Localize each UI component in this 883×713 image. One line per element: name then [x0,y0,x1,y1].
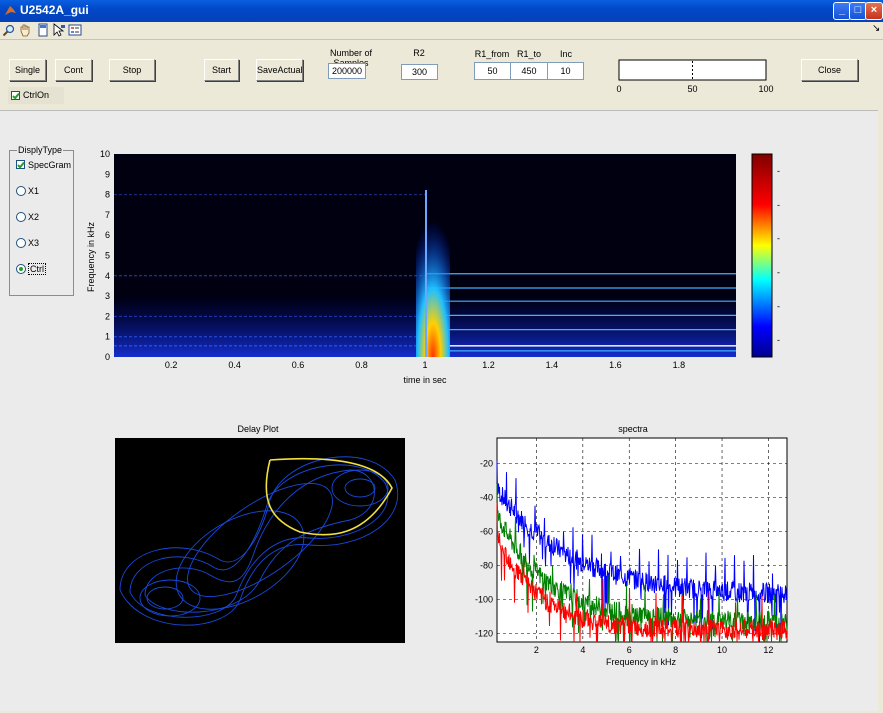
spectra-ytick: -120 [475,629,493,639]
spectrogram-xtick: 1.2 [482,360,495,370]
app-window: U2542A_gui _ □ × ↘ Single Cont Stop Star… [0,0,883,713]
data-cursor-icon[interactable] [36,23,50,37]
radio-label-ctrl: Ctrl [28,263,46,275]
spectra-ytick: -60 [480,527,493,537]
spectra-xlabel: Frequency in kHz [606,657,677,667]
radio-x2[interactable] [16,212,26,222]
spectrogram-xtick: 1.4 [546,360,559,370]
zoom-icon[interactable] [2,23,16,37]
spectrogram-xtick: 0.6 [292,360,305,370]
spectrogram-xtick: 0.2 [165,360,178,370]
close-window-button[interactable]: × [865,2,883,20]
progress-tick-label: 50 [687,84,697,94]
colorbar-tick: -120 [777,267,780,277]
spectrogram-ytick: 1 [105,332,110,342]
spectrogram-figure: 0 1 2 3 4 5 6 7 8 9 10 0.2 0.4 0.6 0.8 1 1.2 1.4 1.6 1.8 F… [86,149,780,385]
r2-input[interactable]: 300 [401,64,438,80]
colorbar [751,153,773,358]
progress-tick-label: 100 [758,84,773,94]
r1-from-label: R1_from [474,49,510,59]
spectrogram-ytick: 5 [105,251,110,261]
spectrogram-xtick: 1.8 [673,360,686,370]
spectra-title: spectra [618,424,648,434]
single-button[interactable]: Single [9,59,46,81]
stop-button[interactable]: Stop [109,59,155,81]
radio-label-x1: X1 [28,186,40,196]
r1-to-input[interactable]: 450 [510,62,548,80]
spectrogram-ytick: 10 [100,149,110,159]
spectrogram-ytick: 2 [105,311,110,321]
delay-plot-title: Delay Plot [237,424,279,434]
toolbar-overflow-icon[interactable]: ↘ [872,23,880,34]
r1-from-input[interactable]: 50 [474,62,511,80]
colorbar-tick: -160 [777,335,780,345]
r1-to-label: R1_to [511,49,547,59]
maximize-icon: □ [854,4,862,16]
spectrogram-xtick: 0.8 [355,360,368,370]
r2-label: R2 [400,48,438,58]
specgram-label: SpecGram [28,160,72,170]
spectra-xtick: 4 [580,645,585,655]
close-icon: × [870,4,878,16]
pan-icon[interactable] [18,23,32,37]
spectra-xtick: 6 [627,645,632,655]
ctrl-on-label: CtrlOn [23,90,50,100]
radio-label-x2: X2 [28,212,40,222]
spectra-ytick: -80 [480,561,493,571]
specgram-checkbox[interactable] [16,160,25,169]
spectrogram-ytick: 8 [105,190,110,200]
colorbar-tick: -80 [777,200,780,210]
start-button[interactable]: Start [204,59,239,81]
spectrogram-ylabel: Frequency in kHz [86,221,96,292]
save-actual-button[interactable]: SaveActual [256,59,303,81]
spectrogram-ytick: 7 [105,210,110,220]
spectrogram-ytick: 6 [105,230,110,240]
spectra-xtick: 2 [534,645,539,655]
spectra-xtick: 12 [763,645,773,655]
inc-label: Inc [548,49,584,59]
spectra-xtick: 10 [717,645,727,655]
ctrl-on-checkbox[interactable] [11,91,20,100]
radio-x1[interactable] [16,186,26,196]
spectrogram-xtick: 0.4 [228,360,241,370]
minimize-icon: _ [838,4,846,16]
matlab-icon [5,6,16,15]
spectrogram-ytick: 9 [105,169,110,179]
spectrogram-ytick: 3 [105,291,110,301]
delay-plot-figure: Delay Plot [115,424,405,643]
title-bar[interactable]: U2542A_gui _ □ × [0,0,883,22]
progress-tick-label: 0 [616,84,621,94]
progress-axes: 0 50 100 [616,59,774,94]
insert-colorbar-icon[interactable] [52,23,66,37]
ctrl-on-checkbox-row[interactable]: CtrlOn [8,87,64,104]
window-title: U2542A_gui [20,3,89,17]
num-samples-input[interactable]: 200000 [328,63,366,79]
spectrogram-ytick: 0 [105,352,110,362]
close-button[interactable]: Close [801,59,858,81]
radio-label-x3: X3 [28,238,40,248]
spectra-ytick: -20 [480,459,493,469]
spectra-xtick: 8 [673,645,678,655]
spectra-ytick: -100 [475,595,493,605]
colorbar-tick: -60 [777,166,780,176]
cont-button[interactable]: Cont [55,59,92,81]
spectrogram-xtick: 1.6 [609,360,622,370]
radio-ctrl[interactable] [16,264,26,274]
spectra-figure: spectra 2 4 6 8 10 12 -20 -40 -60 -80 -100 -120 Fre… [475,424,788,667]
delay-plot-axes [115,438,405,643]
spectrogram-burst [416,205,450,357]
radio-x3[interactable] [16,238,26,248]
insert-legend-icon[interactable] [68,23,82,37]
figure-toolbar: ↘ [0,22,883,40]
colorbar-tick: -100 [777,234,780,244]
spectra-ytick: -40 [480,493,493,503]
display-type-title: DisplyType [17,145,64,155]
spectrogram-ytick: 4 [105,271,110,281]
spectrogram-xtick: 1 [422,360,427,370]
spectrogram-xlabel: time in sec [403,375,447,385]
inc-input[interactable]: 10 [547,62,584,80]
colorbar-tick: -140 [777,301,780,311]
